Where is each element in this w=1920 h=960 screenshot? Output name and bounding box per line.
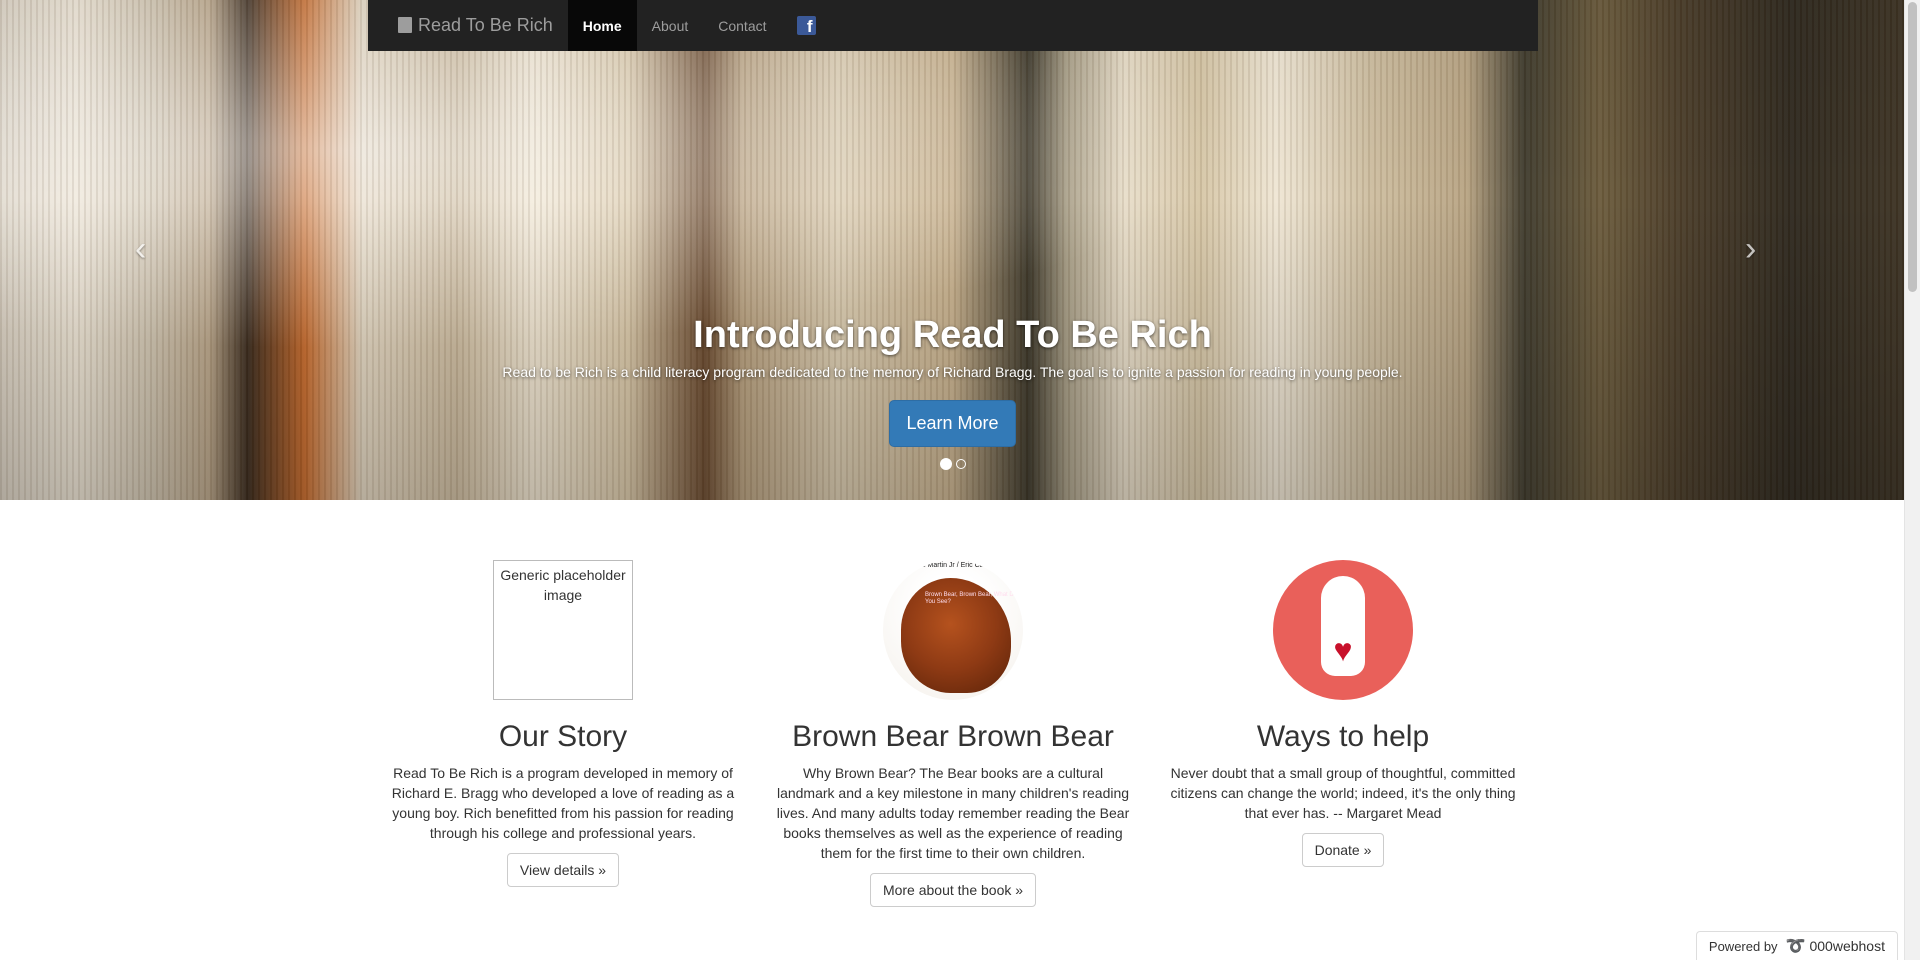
navbar: Read To Be Rich Home About Contact f	[368, 0, 1538, 51]
webhost-name: 000webhost	[1809, 938, 1885, 954]
hero-title: Introducing Read To Be Rich	[693, 314, 1212, 356]
carousel-next-icon[interactable]: ›	[1745, 230, 1756, 269]
carousel-indicator-2[interactable]	[955, 459, 966, 469]
webhost-logo-icon: ➰	[1785, 938, 1806, 955]
ways-to-help-title: Ways to help	[1256, 720, 1430, 753]
more-about-book-button[interactable]: More about the book »	[869, 873, 1037, 907]
book-icon	[398, 16, 412, 33]
placeholder-alt-text: Generic placeholder image	[500, 567, 626, 603]
ways-to-help-text: Never doubt that a small group of though…	[1170, 765, 1516, 821]
column-ways-to-help: ♥ Ways to help Never doubt that a small …	[1148, 560, 1538, 907]
marketing-section: Generic placeholder image Our Story Read…	[368, 560, 1538, 907]
brown-bear-text: Why Brown Bear? The Bear books are a cul…	[776, 765, 1130, 861]
carousel-indicators	[300, 458, 1605, 470]
scrollbar[interactable]	[1904, 0, 1920, 960]
our-story-title: Our Story	[498, 720, 628, 753]
brand-label: Read To Be Rich	[418, 15, 553, 35]
hero-carousel: ‹ › Introducing Read To Be Rich Read to …	[0, 0, 1905, 500]
nav-about[interactable]: About	[637, 0, 704, 51]
column-our-story: Generic placeholder image Our Story Read…	[368, 560, 758, 907]
powered-by-label: Powered by	[1708, 938, 1778, 954]
hand-heart-icon: ♥	[1273, 560, 1413, 700]
learn-more-button[interactable]: Learn More	[889, 400, 1016, 447]
carousel-caption: Introducing Read To Be Rich Read to be R…	[300, 310, 1605, 470]
nav-facebook[interactable]: f	[782, 0, 831, 51]
facebook-icon: f	[796, 16, 816, 36]
column-brown-bear: ll Martin Jr / Eric Ca Brown Bear, Brown…	[758, 560, 1148, 907]
carousel-indicator-1[interactable]	[939, 458, 952, 470]
book-author-text: ll Martin Jr / Eric Ca	[922, 562, 984, 569]
powered-by-badge[interactable]: Powered by ➰ 000webhost	[1695, 931, 1898, 960]
brown-bear-title: Brown Bear Brown Bear	[792, 720, 1114, 753]
nav-contact[interactable]: Contact	[703, 0, 781, 51]
nav-home[interactable]: Home	[567, 0, 637, 51]
carousel-prev-icon[interactable]: ‹	[135, 230, 146, 269]
navbar-brand[interactable]: Read To Be Rich	[368, 0, 568, 51]
hero-text: Read to be Rich is a child literacy prog…	[502, 364, 1403, 380]
view-details-button[interactable]: View details »	[506, 853, 620, 887]
scrollbar-thumb[interactable]	[1908, 2, 1917, 292]
heart-icon: ♥	[1333, 632, 1353, 668]
brown-bear-book-image: ll Martin Jr / Eric Ca Brown Bear, Brown…	[883, 560, 1023, 700]
our-story-text: Read To Be Rich is a program developed i…	[391, 765, 735, 841]
book-title-text: Brown Bear, Brown Bear, What Do You See?	[925, 592, 1018, 605]
placeholder-image: Generic placeholder image	[493, 560, 633, 700]
donate-button[interactable]: Donate »	[1301, 833, 1385, 867]
